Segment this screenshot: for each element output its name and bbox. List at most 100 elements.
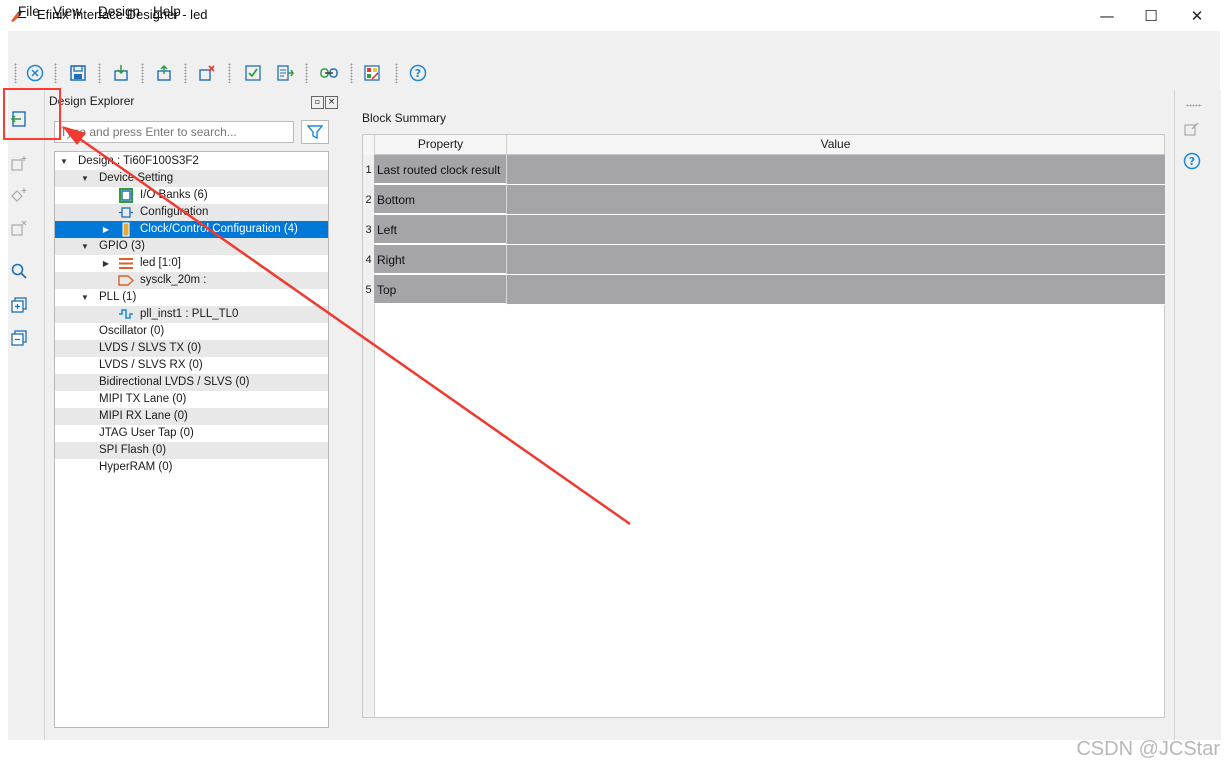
tree-item[interactable]: I/O Banks (6) (55, 187, 328, 204)
import-icon[interactable] (111, 63, 131, 83)
menu-file[interactable]: File (18, 4, 40, 19)
table-row[interactable]: 5 Top (363, 275, 1165, 305)
tree-item-label: LVDS / SLVS RX (0) (99, 359, 203, 371)
block-summary-title: Block Summary (362, 111, 447, 125)
link-icon[interactable] (319, 63, 339, 83)
column-header-property[interactable]: Property (374, 135, 506, 155)
svg-text:?: ? (1189, 155, 1195, 168)
remove-block-icon[interactable] (10, 220, 28, 238)
tree-item[interactable]: ▶ Clock/Control Configuration (4) (55, 221, 328, 238)
expand-all-icon[interactable] (10, 296, 28, 314)
tree-item[interactable]: ▼ Design : Ti60F100S3F2 (55, 153, 328, 170)
color-grid-icon[interactable] (362, 63, 382, 83)
menu-help[interactable]: Help (153, 4, 181, 19)
expand-arrow-icon[interactable]: ▼ (59, 153, 69, 170)
value-cell[interactable] (506, 275, 1165, 305)
property-cell[interactable]: Bottom (374, 185, 506, 214)
row-number: 3 (363, 215, 374, 245)
maximize-button[interactable]: ☐ (1128, 0, 1174, 31)
explorer-title: Design Explorer (49, 94, 135, 108)
tree-item-label: HyperRAM (0) (99, 461, 173, 473)
tree-item[interactable]: ▶ led [1:0] (55, 255, 328, 272)
tree-item-label: JTAG User Tap (0) (99, 427, 194, 439)
table-row[interactable]: 3 Left (363, 215, 1165, 245)
tree-item[interactable]: MIPI RX Lane (0) (55, 408, 328, 425)
close-design-icon[interactable] (25, 63, 45, 83)
design-tree: ▼ Design : Ti60F100S3F2 ▼ Device Setting I/O… (54, 151, 329, 728)
row-number: 1 (363, 155, 374, 185)
tree-item-label: MIPI RX Lane (0) (99, 410, 188, 422)
tree-item-label: Device Setting (99, 172, 174, 184)
filter-button[interactable] (301, 120, 329, 144)
tree-item[interactable]: ▼ PLL (1) (55, 289, 328, 306)
value-cell[interactable] (506, 185, 1165, 215)
toolbar-grip (14, 63, 17, 83)
menu-view[interactable]: View (53, 4, 82, 19)
tree-item-label: led [1:0] (140, 257, 181, 269)
right-help-icon[interactable]: ? (1183, 152, 1201, 170)
tree-node-icon (118, 205, 134, 220)
toolbar-separator (141, 63, 144, 83)
property-cell[interactable]: Right (374, 245, 506, 274)
new-block-icon[interactable] (10, 155, 28, 173)
property-cell[interactable]: Last routed clock result (374, 155, 506, 184)
tree-item[interactable]: LVDS / SLVS RX (0) (55, 357, 328, 374)
property-cell[interactable]: Left (374, 215, 506, 244)
tree-item-label: Clock/Control Configuration (4) (140, 223, 298, 235)
block-summary-table: Property Value 1 Last routed clock result… (362, 134, 1165, 718)
search-icon[interactable] (10, 262, 28, 280)
close-panel-icon[interactable]: × (325, 96, 338, 109)
tree-item[interactable]: HyperRAM (0) (55, 459, 328, 476)
tree-item[interactable]: JTAG User Tap (0) (55, 425, 328, 442)
help-icon[interactable]: ? (408, 63, 428, 83)
generate-icon[interactable] (275, 63, 295, 83)
edit-icon[interactable] (1183, 120, 1201, 138)
row-number: 2 (363, 185, 374, 215)
toolbar-separator (395, 63, 398, 83)
collapse-arrow-icon[interactable]: ▶ (101, 255, 111, 272)
tree-item[interactable]: Bidirectional LVDS / SLVS (0) (55, 374, 328, 391)
table-row[interactable]: 1 Last routed clock result (363, 155, 1165, 185)
save-icon[interactable] (68, 63, 88, 83)
expand-arrow-icon[interactable]: ▼ (80, 289, 90, 306)
tree-node-icon (118, 222, 134, 237)
value-cell[interactable] (506, 215, 1165, 245)
close-window-button[interactable]: ✕ (1174, 0, 1220, 31)
tree-node-icon (118, 307, 134, 322)
column-header-value[interactable]: Value (506, 135, 1164, 155)
tree-item[interactable]: LVDS / SLVS TX (0) (55, 340, 328, 357)
table-row[interactable]: 2 Bottom (363, 185, 1165, 215)
property-cell[interactable]: Top (374, 275, 506, 304)
collapse-all-icon[interactable] (10, 329, 28, 347)
table-row[interactable]: 4 Right (363, 245, 1165, 275)
add-diamond-icon[interactable] (10, 187, 28, 205)
tree-item[interactable]: ▼ GPIO (3) (55, 238, 328, 255)
expand-arrow-icon[interactable]: ▼ (80, 170, 90, 187)
filter-icon (307, 125, 323, 140)
tree-item[interactable]: ▼ Device Setting (55, 170, 328, 187)
check-icon[interactable] (243, 63, 263, 83)
minimize-button[interactable]: — (1084, 0, 1130, 31)
export-icon[interactable] (154, 63, 174, 83)
delete-icon[interactable] (197, 63, 217, 83)
tree-item-label: MIPI TX Lane (0) (99, 393, 187, 405)
tree-item[interactable]: Configuration (55, 204, 328, 221)
search-input[interactable] (54, 121, 294, 143)
tree-item[interactable]: Oscillator (0) (55, 323, 328, 340)
value-cell[interactable] (506, 245, 1165, 275)
menu-design[interactable]: Design (98, 4, 140, 19)
tree-item[interactable]: SPI Flash (0) (55, 442, 328, 459)
bottom-strip (8, 740, 1220, 767)
expand-arrow-icon[interactable]: ▼ (80, 238, 90, 255)
svg-text:?: ? (415, 67, 421, 80)
tree-item[interactable]: MIPI TX Lane (0) (55, 391, 328, 408)
row-number: 5 (363, 275, 374, 305)
tree-item[interactable]: pll_inst1 : PLL_TL0 (55, 306, 328, 323)
toolbar-separator (228, 63, 231, 83)
tree-node-icon (118, 188, 134, 203)
tree-item[interactable]: sysclk_20m : (55, 272, 328, 289)
value-cell[interactable] (506, 155, 1165, 185)
collapse-arrow-icon[interactable]: ▶ (101, 221, 111, 238)
toolbar-separator (350, 63, 353, 83)
float-panel-icon[interactable]: ▫ (311, 96, 324, 109)
